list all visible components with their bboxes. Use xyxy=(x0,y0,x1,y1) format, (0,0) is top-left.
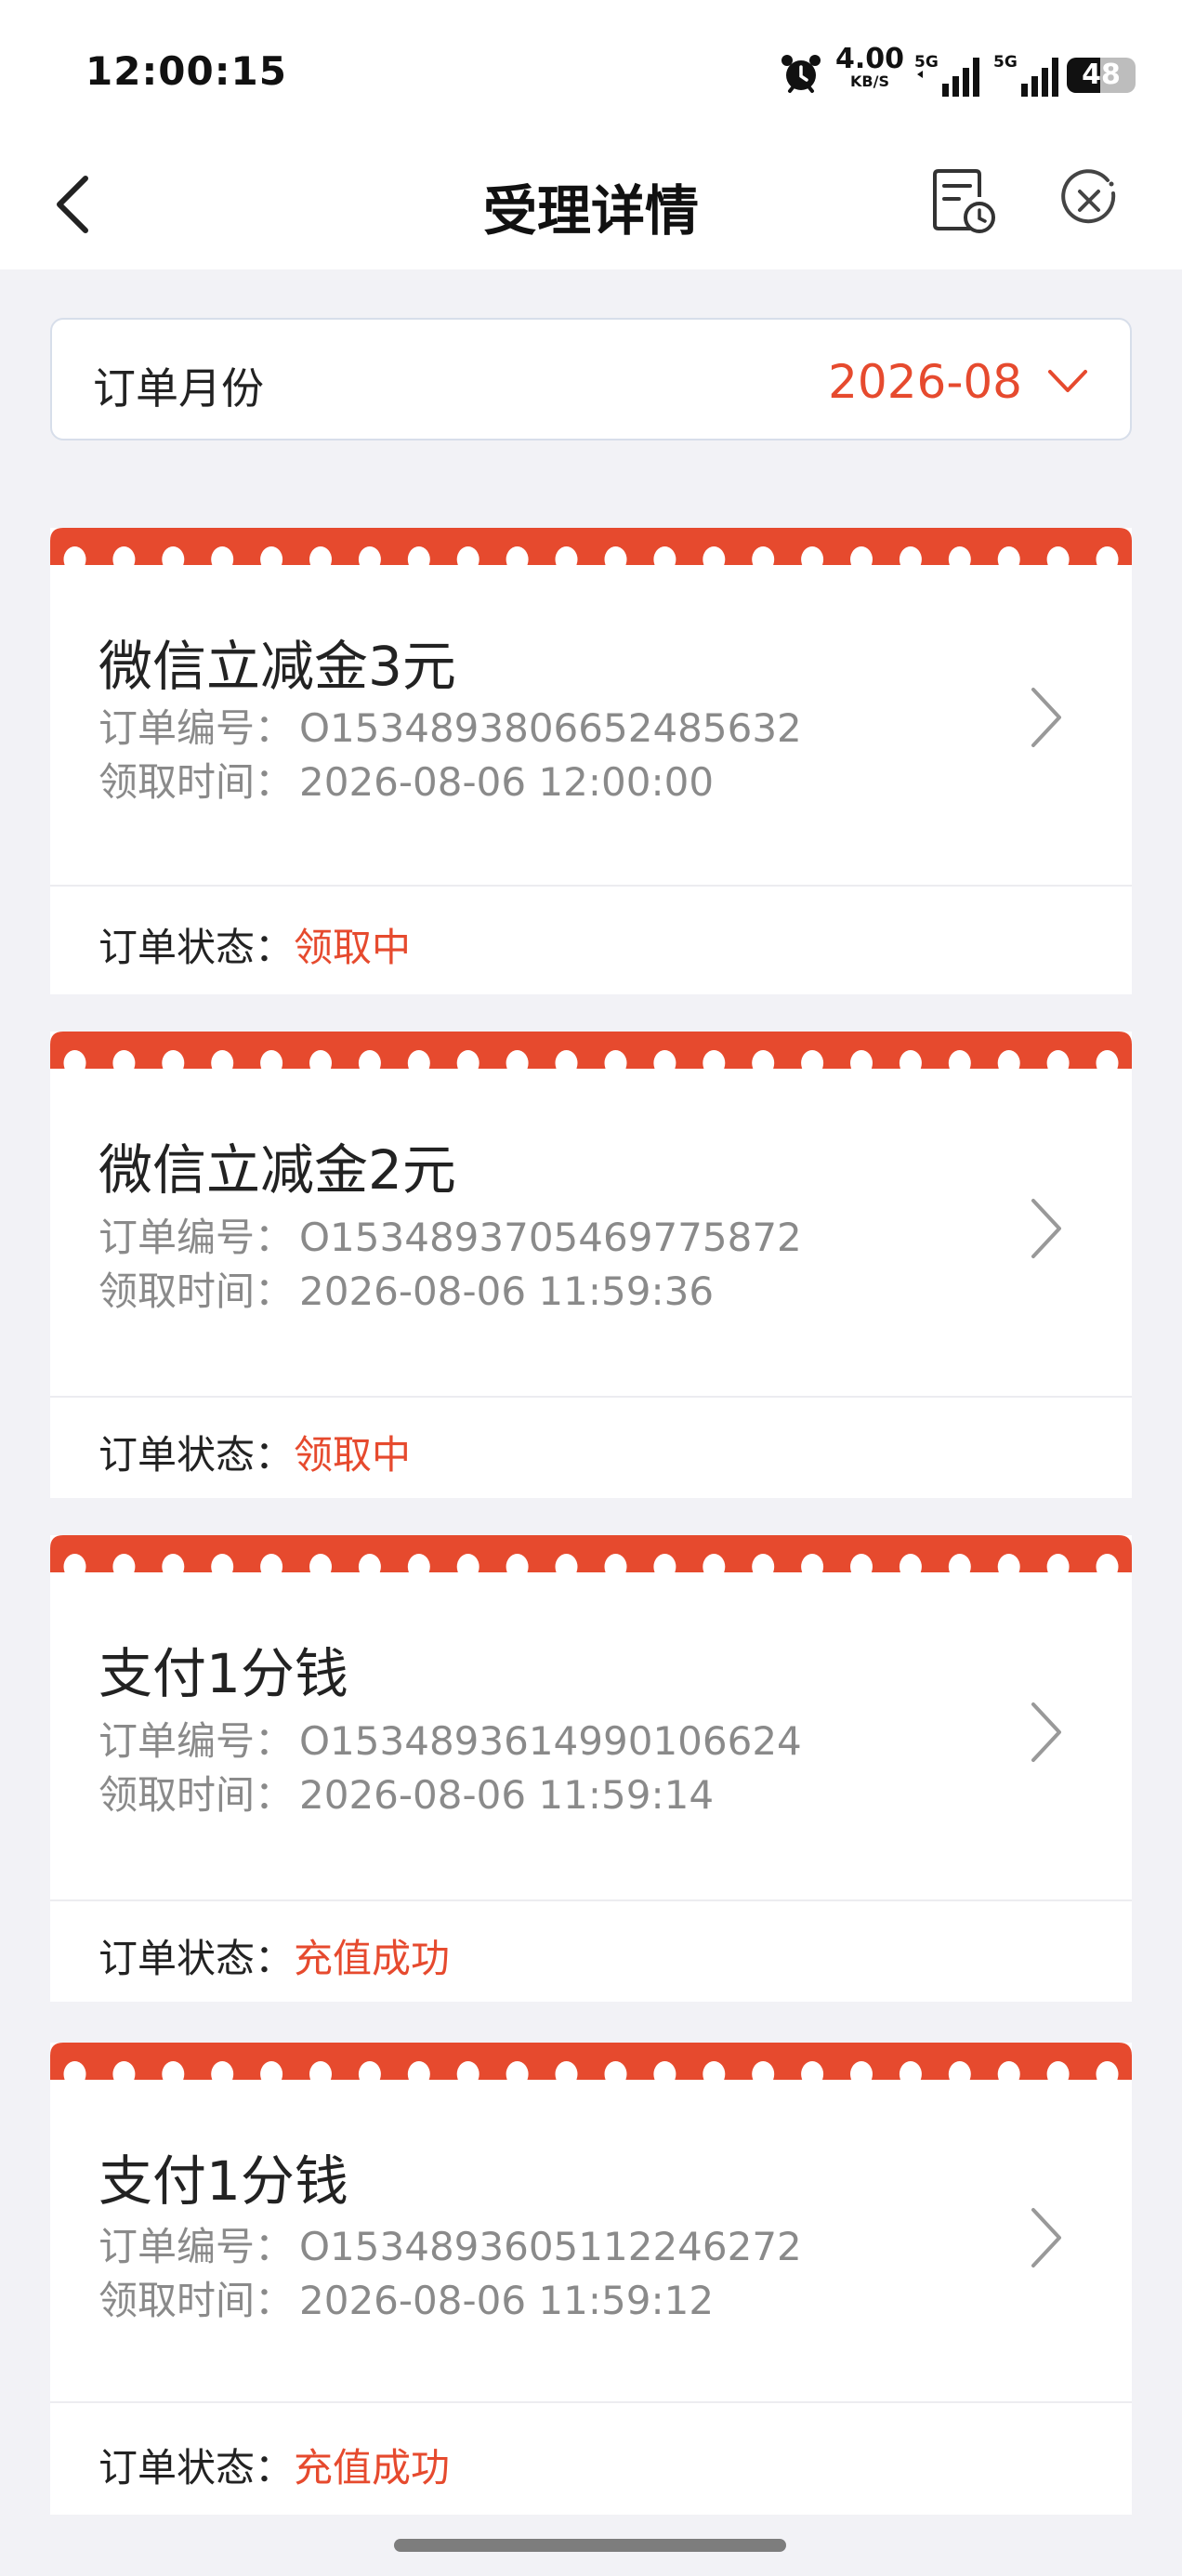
order-title: 支付1分钱 xyxy=(98,1642,348,1705)
order-status-value: 充值成功 xyxy=(294,1936,451,1981)
order-title: 微信立减金3元 xyxy=(98,635,456,698)
month-selector-label: 订单月份 xyxy=(93,363,264,414)
order-title: 微信立减金2元 xyxy=(98,1138,456,1202)
order-card[interactable]: 微信立减金2元 订单编号： O1534893705469775872 领取时间： 2… xyxy=(50,1032,1132,1498)
order-time-label: 领取时间： xyxy=(98,1772,295,1818)
order-number-label: 订单编号： xyxy=(98,2224,295,2269)
card-scallop-strip xyxy=(50,1535,1132,1580)
month-selector-value[interactable]: 2026-08 xyxy=(828,355,1022,409)
order-card[interactable]: 支付1分钱 订单编号： O1534893605112246272 领取时间： 202… xyxy=(50,2043,1132,2515)
card-scallop-strip xyxy=(50,2043,1132,2087)
status-bar: 12:00:15 4.00 KB/S 5G 5G 48 xyxy=(0,0,1182,139)
order-number-row: 订单编号： O1534893705469775872 xyxy=(98,1206,802,1263)
order-time-value: 2026-08-06 11:59:36 xyxy=(299,1268,715,1314)
chevron-right-icon[interactable] xyxy=(1026,1195,1067,1262)
network-speed: 4.00 KB/S xyxy=(833,45,907,89)
order-number-row: 订单编号： O1534893806652485632 xyxy=(98,697,802,754)
signal-5g-icon-2: 5G xyxy=(993,53,1058,97)
card-divider xyxy=(50,885,1132,887)
order-status-value: 领取中 xyxy=(294,925,412,970)
signal-5g-icon: 5G xyxy=(914,53,979,97)
order-time-value: 2026-08-06 11:59:14 xyxy=(299,1772,715,1818)
chevron-right-icon[interactable] xyxy=(1026,684,1067,751)
chevron-down-icon[interactable] xyxy=(1046,364,1089,398)
order-status-row: 订单状态：充值成功 xyxy=(98,2437,450,2493)
battery-icon: 48 xyxy=(1067,58,1136,93)
order-status-label: 订单状态： xyxy=(98,1936,295,1981)
order-time-value: 2026-08-06 11:59:12 xyxy=(299,2278,715,2323)
order-status-row: 订单状态：领取中 xyxy=(98,1424,411,1480)
order-time-row: 领取时间： 2026-08-06 11:59:12 xyxy=(98,2269,714,2326)
order-number-value: O1534893806652485632 xyxy=(299,705,802,751)
order-card[interactable]: 支付1分钱 订单编号： O1534893614990106624 领取时间： 202… xyxy=(50,1535,1132,2002)
status-time: 12:00:15 xyxy=(85,48,287,94)
nav-bar: 受理详情 xyxy=(0,139,1182,269)
order-time-row: 领取时间： 2026-08-06 11:59:36 xyxy=(98,1260,714,1317)
home-indicator[interactable] xyxy=(394,2539,786,2552)
battery-level: 48 xyxy=(1082,59,1121,91)
order-status-value: 充值成功 xyxy=(294,2445,451,2491)
month-selector[interactable]: 订单月份 2026-08 xyxy=(50,318,1132,440)
document-clock-icon[interactable] xyxy=(926,164,1000,238)
close-circle-icon[interactable] xyxy=(1054,165,1124,236)
chevron-right-icon[interactable] xyxy=(1026,2204,1067,2271)
order-title: 支付1分钱 xyxy=(98,2149,348,2213)
order-number-value: O1534893605112246272 xyxy=(299,2224,802,2269)
order-number-row: 订单编号： O1534893605112246272 xyxy=(98,2215,802,2272)
signal2-label: 5G xyxy=(993,53,1018,72)
order-number-value: O1534893705469775872 xyxy=(299,1215,802,1260)
order-status-row: 订单状态：充值成功 xyxy=(98,1927,450,1984)
card-divider xyxy=(50,2401,1132,2403)
order-status-label: 订单状态： xyxy=(98,925,295,970)
card-divider xyxy=(50,1899,1132,1901)
order-time-label: 领取时间： xyxy=(98,759,295,805)
order-time-label: 领取时间： xyxy=(98,2278,295,2323)
order-number-row: 订单编号： O1534893614990106624 xyxy=(98,1710,802,1767)
order-time-value: 2026-08-06 12:00:00 xyxy=(299,759,715,805)
order-card[interactable]: 微信立减金3元 订单编号： O1534893806652485632 领取时间： 2… xyxy=(50,528,1132,994)
page-title: 受理详情 xyxy=(482,179,699,243)
alarm-icon xyxy=(781,55,821,93)
order-number-value: O1534893614990106624 xyxy=(299,1718,802,1764)
order-time-row: 领取时间： 2026-08-06 12:00:00 xyxy=(98,751,714,808)
order-time-label: 领取时间： xyxy=(98,1268,295,1314)
network-speed-unit: KB/S xyxy=(850,72,889,90)
order-number-label: 订单编号： xyxy=(98,705,295,751)
order-time-row: 领取时间： 2026-08-06 11:59:14 xyxy=(98,1764,714,1820)
chevron-right-icon[interactable] xyxy=(1026,1699,1067,1766)
order-status-row: 订单状态：领取中 xyxy=(98,916,411,973)
card-scallop-strip xyxy=(50,528,1132,572)
card-divider xyxy=(50,1396,1132,1398)
order-status-value: 领取中 xyxy=(294,1432,412,1478)
order-status-label: 订单状态： xyxy=(98,2445,295,2491)
card-scallop-strip xyxy=(50,1032,1132,1076)
order-number-label: 订单编号： xyxy=(98,1215,295,1260)
order-status-label: 订单状态： xyxy=(98,1432,295,1478)
order-number-label: 订单编号： xyxy=(98,1718,295,1764)
signal1-label: 5G xyxy=(914,53,939,72)
network-speed-value: 4.00 xyxy=(834,43,905,75)
